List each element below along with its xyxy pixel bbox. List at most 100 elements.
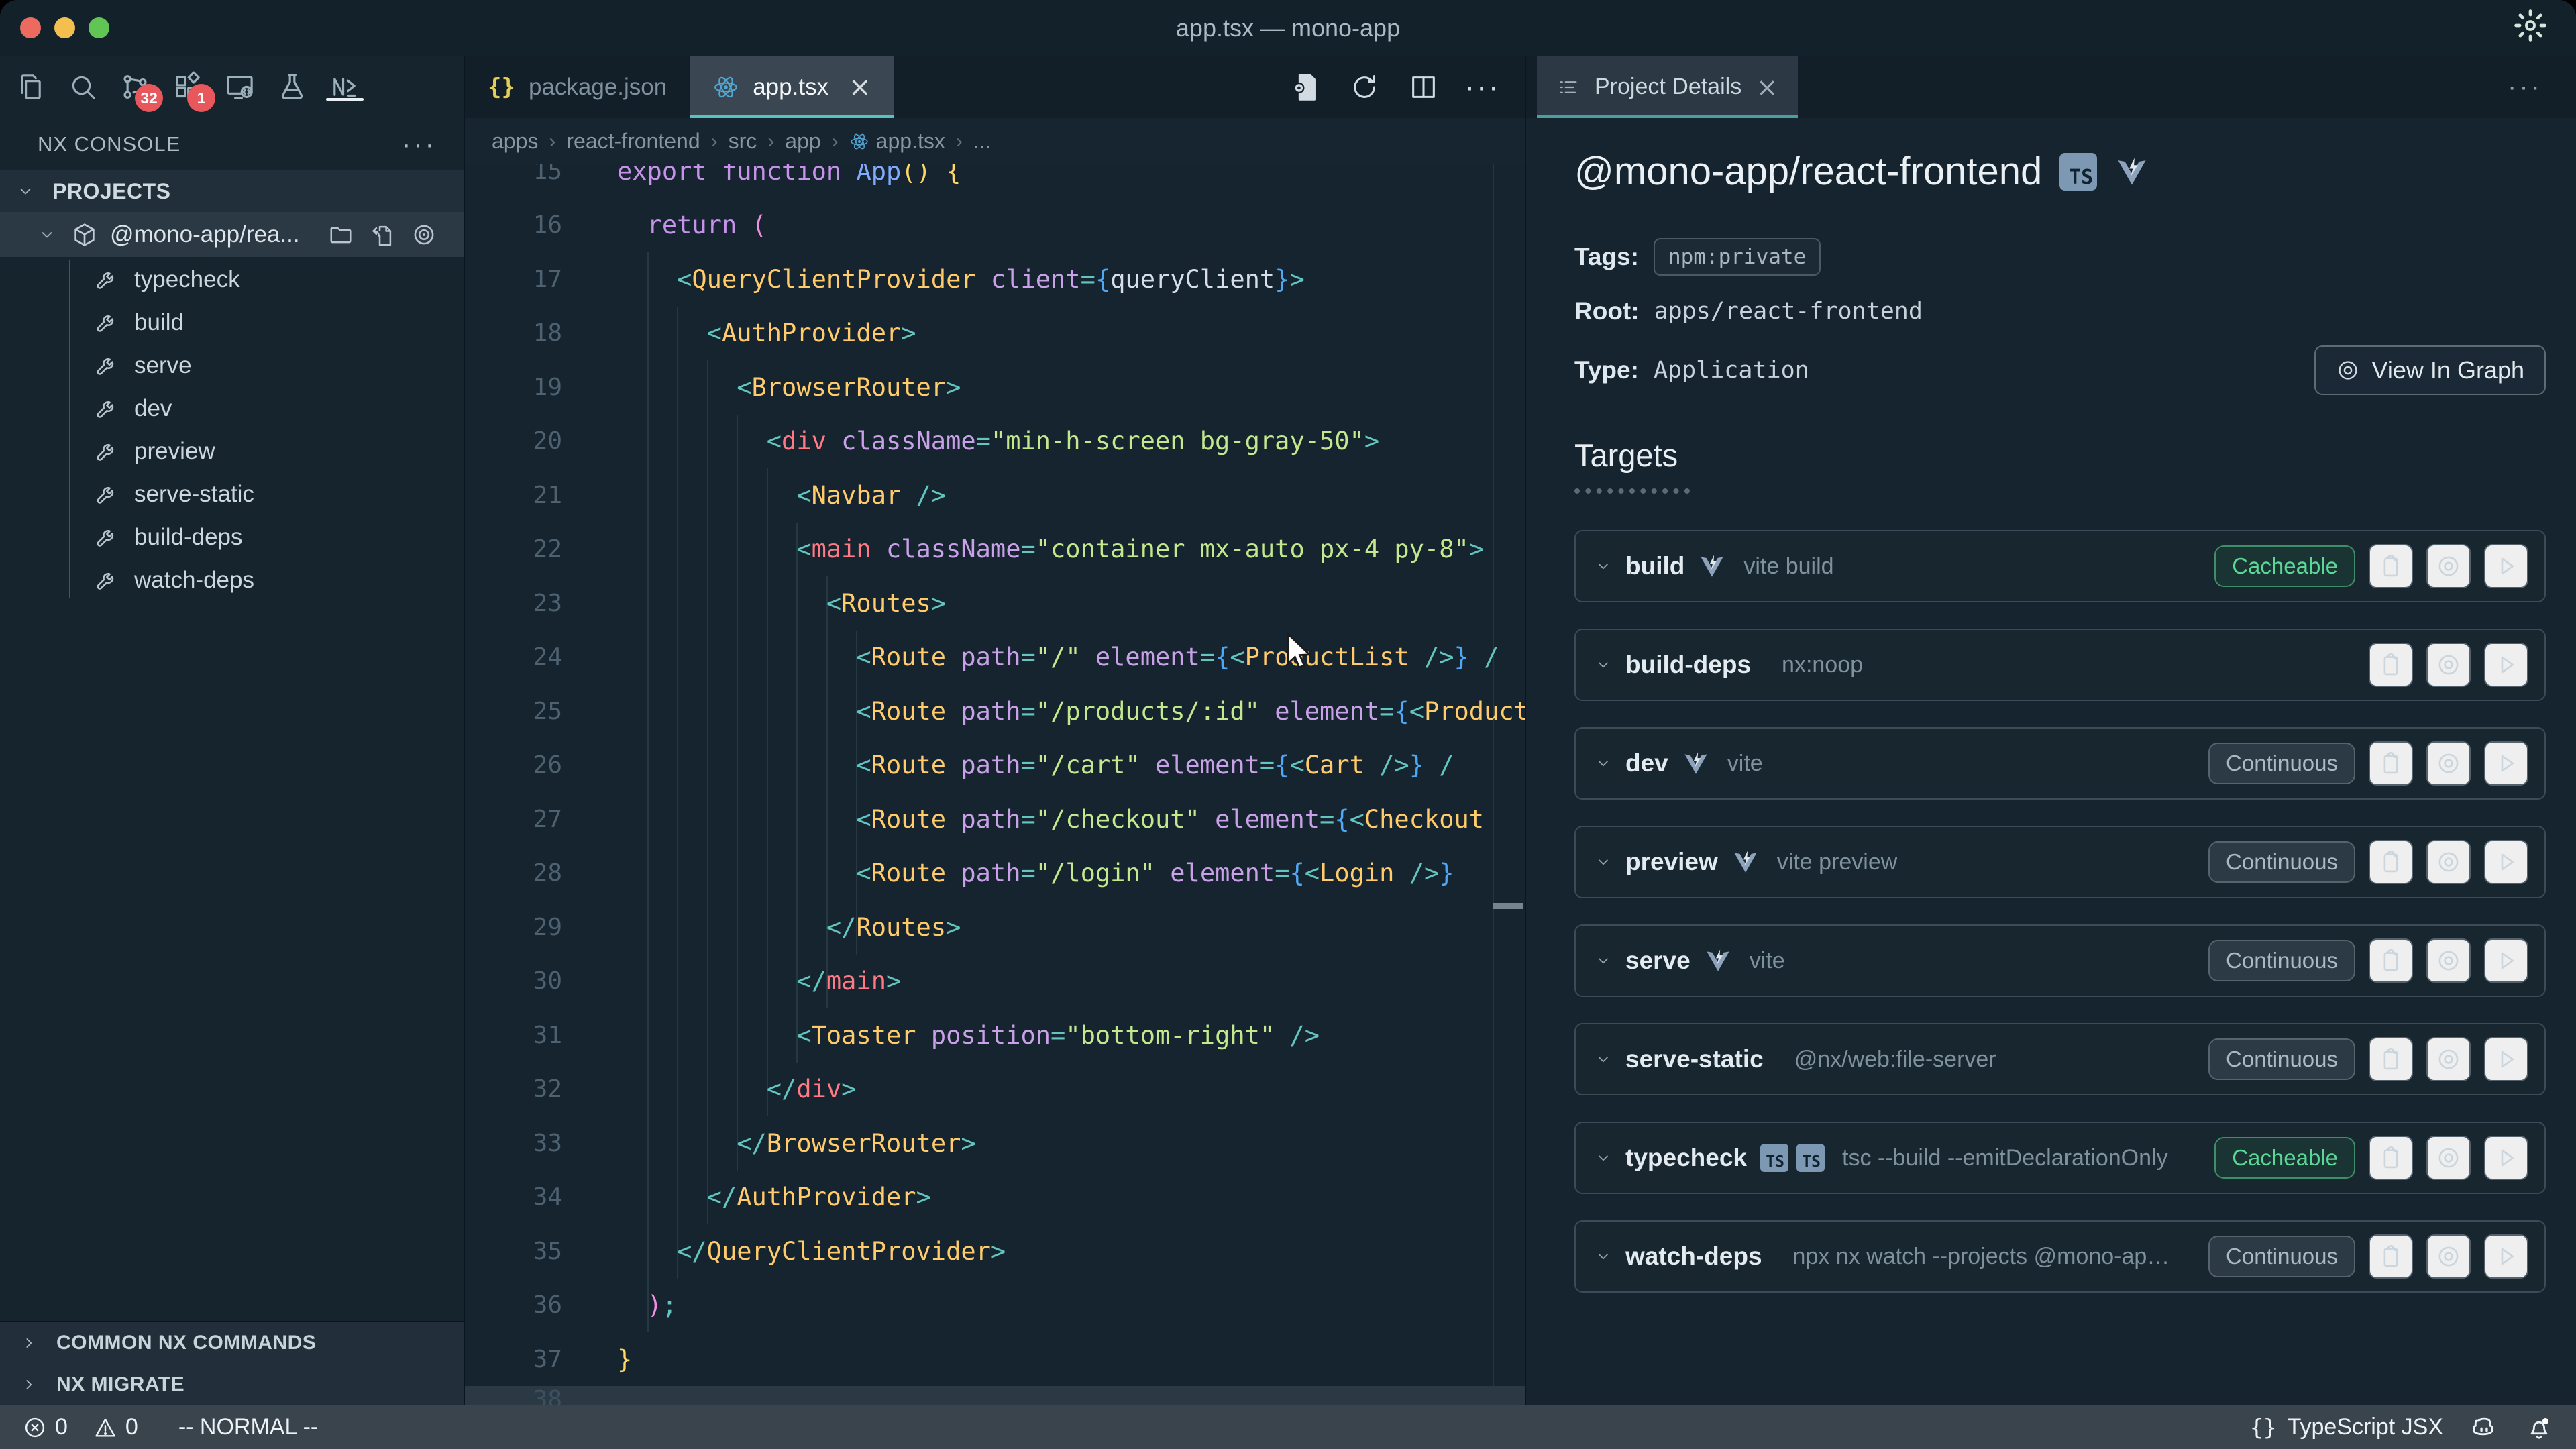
project-row[interactable]: @mono-app/rea... (0, 212, 464, 257)
chevron-down-icon[interactable] (1595, 1248, 1612, 1265)
play-button[interactable] (2484, 1234, 2528, 1279)
tab-app.tsx[interactable]: app.tsx × (690, 56, 894, 118)
code-line-26[interactable]: 26 <Route path="/cart" element={<Cart />… (465, 739, 1525, 793)
chevron-down-icon[interactable] (1595, 1051, 1612, 1068)
copy-button[interactable] (2369, 1234, 2413, 1279)
code-line-21[interactable]: 21 <Navbar /> (465, 468, 1525, 523)
record-button[interactable] (2426, 1136, 2471, 1180)
sidebar-section-nx-migrate[interactable]: NX MIGRATE (0, 1364, 464, 1405)
bell-icon[interactable] (2525, 1413, 2553, 1442)
activity-item-source-control[interactable]: 32 (119, 71, 151, 103)
activity-item-explorer[interactable] (15, 71, 46, 103)
refresh-icon[interactable] (1349, 72, 1380, 103)
code-line-22[interactable]: 22 <main className="container mx-auto px… (465, 523, 1525, 577)
copy-button[interactable] (2369, 544, 2413, 588)
activity-item-nx-console[interactable] (329, 71, 360, 103)
editor-pane[interactable]: apps›react-frontend›src›app›app.tsx›... … (465, 118, 1525, 1405)
goto-file-icon[interactable] (370, 222, 395, 248)
record-button[interactable] (2426, 741, 2471, 786)
copy-button[interactable] (2369, 938, 2413, 983)
code-line-24[interactable]: 24 <Route path="/" element={<ProductList… (465, 631, 1525, 685)
breadcrumb-item[interactable]: app (785, 129, 820, 154)
projects-section-header[interactable]: PROJECTS (0, 170, 464, 212)
panel-more-actions-icon[interactable]: ··· (2508, 72, 2576, 102)
record-button[interactable] (2426, 938, 2471, 983)
copy-button[interactable] (2369, 741, 2413, 786)
code-line-25[interactable]: 25 <Route path="/products/:id" element={… (465, 684, 1525, 739)
close-icon[interactable]: × (1756, 72, 1778, 102)
language-mode[interactable]: {} TypeScript JSX (2250, 1414, 2443, 1440)
breadcrumb-item[interactable]: src (729, 129, 757, 154)
code-line-37[interactable]: 37} (465, 1332, 1525, 1387)
breadcrumb-item[interactable]: react-frontend (566, 129, 700, 154)
play-button[interactable] (2484, 1037, 2528, 1081)
activity-item-testing[interactable] (276, 71, 308, 103)
code-line-34[interactable]: 34 </AuthProvider> (465, 1171, 1525, 1225)
activity-item-extensions[interactable]: 1 (172, 71, 203, 103)
record-button[interactable] (2426, 544, 2471, 588)
split-icon[interactable] (1408, 72, 1439, 103)
code-line-23[interactable]: 23 <Routes> (465, 576, 1525, 631)
code-line-35[interactable]: 35 </QueryClientProvider> (465, 1224, 1525, 1279)
code-line-28[interactable]: 28 <Route path="/login" element={<Login … (465, 847, 1525, 901)
code-line-27[interactable]: 27 <Route path="/checkout" element={<Che… (465, 792, 1525, 847)
play-button[interactable] (2484, 741, 2528, 786)
copy-button[interactable] (2369, 840, 2413, 884)
close-icon[interactable]: × (849, 72, 871, 103)
code-line-29[interactable]: 29 </Routes> (465, 900, 1525, 955)
play-icon (2493, 553, 2519, 579)
record-button[interactable] (2426, 840, 2471, 884)
sidebar-more-actions-icon[interactable]: ··· (402, 129, 437, 160)
more-icon[interactable]: ··· (1467, 72, 1498, 103)
activity-item-search[interactable] (67, 71, 99, 103)
view-in-graph-button[interactable]: View In Graph (2314, 345, 2546, 395)
code-line-31[interactable]: 31 <Toaster position="bottom-right" /> (465, 1008, 1525, 1063)
record-button[interactable] (2426, 1234, 2471, 1279)
play-button[interactable] (2484, 840, 2528, 884)
target-name: build-deps (1625, 651, 1751, 679)
tab-project-details[interactable]: Project Details × (1537, 56, 1798, 118)
copilot-icon[interactable] (2470, 1413, 2498, 1442)
gear-icon[interactable] (2512, 7, 2549, 44)
play-button[interactable] (2484, 544, 2528, 588)
activity-item-remote-explorer[interactable] (224, 71, 256, 103)
play-button[interactable] (2484, 643, 2528, 687)
code-line-16[interactable]: 16 return ( (465, 199, 1525, 253)
folder-icon[interactable] (328, 222, 354, 248)
breadcrumb-item[interactable]: apps (492, 129, 538, 154)
target-icon[interactable] (411, 222, 437, 248)
breadcrumb-item[interactable]: app.tsx (876, 129, 945, 154)
copy-button[interactable] (2369, 1037, 2413, 1081)
record-button[interactable] (2426, 643, 2471, 687)
tab-package.json[interactable]: {} package.json (465, 56, 690, 118)
chevron-down-icon[interactable] (1595, 755, 1612, 772)
code-line-32[interactable]: 32 </div> (465, 1063, 1525, 1117)
code-line-19[interactable]: 19 <BrowserRouter> (465, 360, 1525, 415)
tags-label: Tags: (1574, 243, 1639, 271)
chevron-down-icon[interactable] (1595, 557, 1612, 575)
target-card-watch-deps: watch-deps npx nx watch --projects @mono… (1574, 1220, 2546, 1293)
play-button[interactable] (2484, 1136, 2528, 1180)
chevron-down-icon[interactable] (1595, 853, 1612, 871)
breadcrumb-item[interactable]: ... (973, 129, 991, 154)
settings-file-icon[interactable] (1290, 72, 1321, 103)
copy-button[interactable] (2369, 643, 2413, 687)
code-line-20[interactable]: 20 <div className="min-h-screen bg-gray-… (465, 415, 1525, 469)
chevron-down-icon[interactable] (1595, 1149, 1612, 1167)
target-label: serve (134, 352, 192, 379)
chevron-down-icon[interactable] (1595, 952, 1612, 969)
chevron-separator: › (832, 130, 839, 153)
sidebar-section-common-nx-commands[interactable]: COMMON NX COMMANDS (0, 1322, 464, 1364)
window-title: app.tsx — mono-app (0, 14, 2576, 42)
copy-button[interactable] (2369, 1136, 2413, 1180)
code-line-33[interactable]: 33 </BrowserRouter> (465, 1116, 1525, 1171)
chevron-down-icon[interactable] (1595, 656, 1612, 674)
record-icon (2436, 652, 2461, 678)
code-line-18[interactable]: 18 <AuthProvider> (465, 307, 1525, 361)
code-line-30[interactable]: 30 </main> (465, 955, 1525, 1009)
code-line-36[interactable]: 36 ); (465, 1279, 1525, 1333)
record-button[interactable] (2426, 1037, 2471, 1081)
code-line-17[interactable]: 17 <QueryClientProvider client={queryCli… (465, 252, 1525, 307)
play-button[interactable] (2484, 938, 2528, 983)
problems-status[interactable]: 0 0 (23, 1414, 138, 1440)
